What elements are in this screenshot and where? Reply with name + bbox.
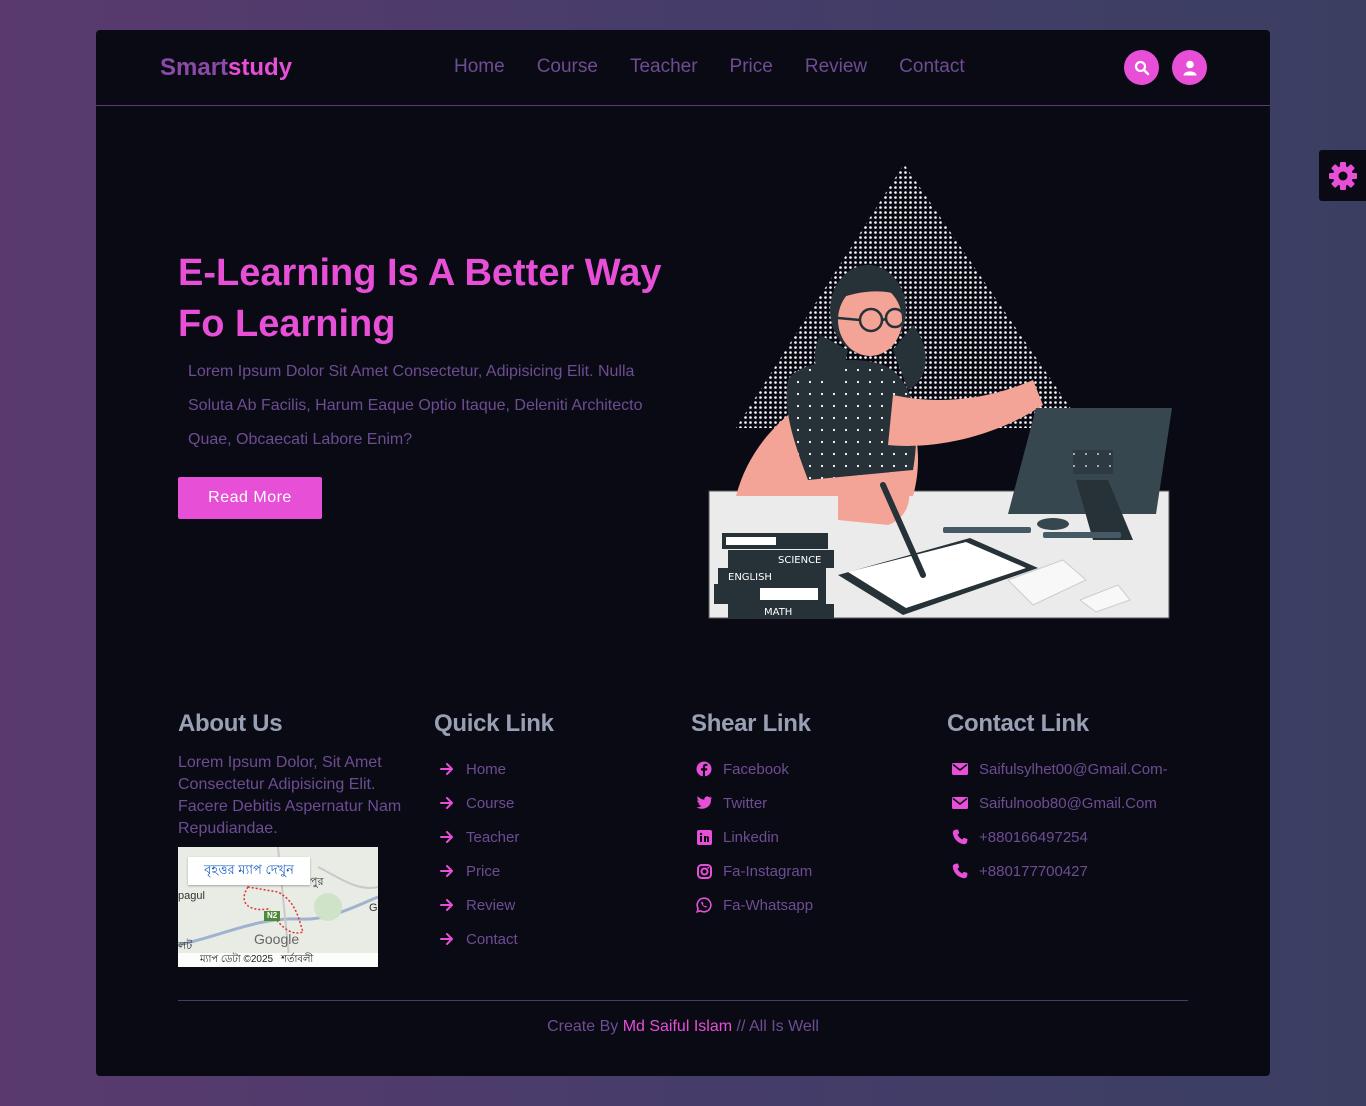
map-view-larger-link[interactable]: বৃহত্তর ম্যাপ দেখুন xyxy=(188,857,310,885)
phone-icon xyxy=(951,828,969,846)
facebook-icon xyxy=(695,760,713,778)
envelope-icon xyxy=(951,794,969,812)
logo-text-study: study xyxy=(228,54,293,81)
read-more-button[interactable]: Read More xyxy=(178,477,322,519)
phone-icon xyxy=(951,862,969,880)
footer-divider xyxy=(178,1000,1188,1001)
contact-link-label: Saifulsylhet00@Gmail.Com- xyxy=(979,760,1168,778)
hero-title: E-Learning Is A Better Way Fo Learning xyxy=(178,252,662,345)
quick-link-contact[interactable]: Contact xyxy=(434,922,554,956)
header: Smartstudy Home Course Teacher Price Rev… xyxy=(96,30,1270,106)
quick-link-price[interactable]: Price xyxy=(434,854,554,888)
share-link-linkedin[interactable]: Linkedin xyxy=(691,820,813,854)
quick-link-home[interactable]: Home xyxy=(434,752,554,786)
search-icon xyxy=(1134,60,1149,75)
arrow-right-icon xyxy=(438,794,456,812)
about-text: Lorem Ipsum Dolor, Sit Amet Consectetur … xyxy=(178,754,402,837)
nav-teacher[interactable]: Teacher xyxy=(630,56,698,78)
instagram-icon xyxy=(695,862,713,880)
nav-review[interactable]: Review xyxy=(805,56,867,78)
share-link-twitter[interactable]: Twitter xyxy=(691,786,813,820)
footer-quick-links: Quick Link Home Course Teacher Price Rev… xyxy=(434,710,554,956)
page-container: Smartstudy Home Course Teacher Price Rev… xyxy=(96,30,1270,1076)
quick-link-label: Home xyxy=(466,760,507,778)
quick-link-label: Teacher xyxy=(466,828,520,846)
nav-home[interactable]: Home xyxy=(454,56,505,78)
hero-description: Lorem Ipsum Dolor Sit Amet Consectetur, … xyxy=(188,363,643,448)
envelope-icon xyxy=(951,760,969,778)
map-footer-bar: ম্যাপ ডেটা ©2025 শর্তাবলী xyxy=(178,953,378,967)
book-label-science: SCIENCE xyxy=(778,555,821,566)
map-place-4: G xyxy=(369,902,378,914)
arrow-right-icon xyxy=(438,896,456,914)
credit-suffix: // All Is Well xyxy=(732,1018,819,1035)
map-embed[interactable]: বৃহত্তর ম্যাপ দেখুন pagul পুর লট G N2 Go… xyxy=(178,847,378,967)
share-link-facebook[interactable]: Facebook xyxy=(691,752,813,786)
quick-link-teacher[interactable]: Teacher xyxy=(434,820,554,854)
arrow-right-icon xyxy=(438,862,456,880)
map-road-label: N2 xyxy=(267,911,278,920)
arrow-right-icon xyxy=(438,760,456,778)
footer-share-links: Shear Link Facebook Twitter Linkedin Fa-… xyxy=(691,710,813,922)
footer-about: About Us Lorem Ipsum Dolor, Sit Amet Con… xyxy=(178,710,408,840)
twitter-icon xyxy=(695,794,713,812)
arrow-right-icon xyxy=(438,828,456,846)
credit-prefix: Create By xyxy=(547,1018,623,1035)
map-place-2: পুর xyxy=(310,876,324,888)
nav-course[interactable]: Course xyxy=(537,56,598,78)
footer-contact-links: Contact Link Saifulsylhet00@Gmail.Com- S… xyxy=(947,710,1168,888)
book-label-math: MATH xyxy=(764,607,792,618)
search-button[interactable] xyxy=(1124,50,1159,85)
share-link-whatsapp[interactable]: Fa-Whatsapp xyxy=(691,888,813,922)
logo[interactable]: Smartstudy xyxy=(160,54,292,82)
about-title: About Us xyxy=(178,710,283,737)
contact-link-title: Contact Link xyxy=(947,710,1089,737)
map-terms-link[interactable]: শর্তাবলী xyxy=(281,952,313,968)
map-google-logo: Google xyxy=(254,931,300,947)
quick-link-label: Price xyxy=(466,862,501,880)
share-link-title: Shear Link xyxy=(691,710,811,737)
contact-email-1[interactable]: Saifulsylhet00@Gmail.Com- xyxy=(947,752,1168,786)
quick-link-review[interactable]: Review xyxy=(434,888,554,922)
contact-email-2[interactable]: Saifulnoob80@Gmail.Com xyxy=(947,786,1168,820)
share-link-label: Twitter xyxy=(723,794,768,812)
elearning-illustration: SCIENCE ENGLISH MATH xyxy=(708,164,1172,619)
share-link-label: Fa-Whatsapp xyxy=(723,896,814,914)
arrow-right-icon xyxy=(438,930,456,948)
contact-phone-2[interactable]: +880177700427 xyxy=(947,854,1168,888)
quick-link-label: Review xyxy=(466,896,516,914)
map-place-1: pagul xyxy=(178,890,205,902)
main-nav: Home Course Teacher Price Review Contact xyxy=(454,56,965,78)
share-link-label: Fa-Instagram xyxy=(723,862,813,880)
credit-author-name: Md Saiful Islam xyxy=(622,1018,733,1035)
quick-link-label: Course xyxy=(466,794,515,812)
nav-contact[interactable]: Contact xyxy=(899,56,964,78)
settings-toggle[interactable] xyxy=(1319,150,1366,201)
gear-icon xyxy=(1328,161,1357,190)
linkedin-icon xyxy=(695,828,713,846)
logo-text-smart: Smart xyxy=(160,54,229,81)
whatsapp-icon xyxy=(695,896,713,914)
nav-price[interactable]: Price xyxy=(730,56,773,78)
contact-link-label: +880177700427 xyxy=(979,862,1088,880)
quick-link-label: Contact xyxy=(466,930,518,948)
user-icon xyxy=(1183,60,1196,75)
contact-link-label: +880166497254 xyxy=(979,828,1088,846)
book-label-english: ENGLISH xyxy=(728,572,772,583)
share-link-label: Facebook xyxy=(723,760,789,778)
footer-credit: Create By Md Saiful Islam // All Is Well xyxy=(96,1018,1270,1036)
share-link-instagram[interactable]: Fa-Instagram xyxy=(691,854,813,888)
map-data-text: ম্যাপ ডেটা ©2025 xyxy=(200,953,274,965)
quick-link-title: Quick Link xyxy=(434,710,554,737)
user-button[interactable] xyxy=(1172,50,1207,85)
contact-phone-1[interactable]: +880166497254 xyxy=(947,820,1168,854)
share-link-label: Linkedin xyxy=(723,828,779,846)
contact-link-label: Saifulnoob80@Gmail.Com xyxy=(979,794,1157,812)
quick-link-course[interactable]: Course xyxy=(434,786,554,820)
